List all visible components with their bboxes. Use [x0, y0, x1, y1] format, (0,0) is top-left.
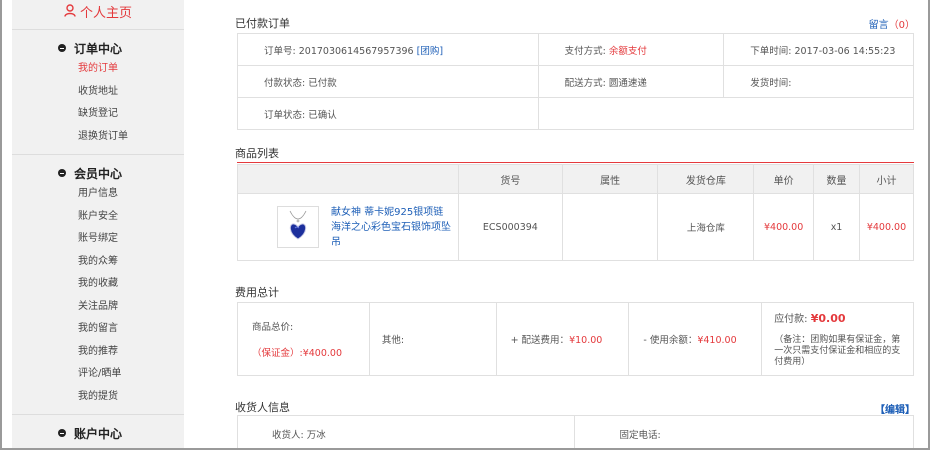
pay-method-cell: 支付方式: 余额支付 [537, 33, 725, 66]
goods-total-label: 商品总价: [252, 322, 294, 333]
sidebar-item-favorites[interactable]: 我的收藏 [12, 273, 184, 296]
goods-table: 货号 属性 发货仓库 单价 数量 小计 献女神 蒂卡妮925银项链 海洋之心彩色… [237, 164, 915, 261]
sidebar-item-reviews[interactable]: 评论/晒单 [12, 363, 184, 386]
personal-home-label: 个人主页 [79, 6, 132, 21]
sidebar-section-title: 订单中心 [12, 38, 184, 58]
table-row: 献女神 蒂卡妮925银项链 海洋之心彩色宝石银饰项坠吊 ECS000394 上海… [237, 193, 915, 261]
receiver-name-cell: 收货人: 万冰 [236, 415, 576, 448]
order-heading: 已付款订单 [235, 17, 290, 30]
fees-table: 商品总价: （保证金）:¥400.00 其他: + 配送费用：¥10.00 - … [237, 302, 914, 376]
minus-circle-icon [58, 429, 66, 437]
sidebar-item-pickup[interactable]: 我的提货 [12, 386, 184, 409]
due-cell: 应付款: ¥0.00 （备注：团购如果有保证金，第一次只需支付保证金和相应的支付… [761, 302, 914, 376]
goods-total-cell: 商品总价: （保证金）:¥400.00 [237, 302, 370, 376]
product-cell: 献女神 蒂卡妮925银项链 海洋之心彩色宝石银饰项坠吊 [237, 193, 459, 261]
group-buy-tag[interactable]: [团购] [417, 46, 443, 57]
balance-value: ¥410.00 [697, 335, 737, 346]
sidebar-section-member: 会员中心 用户信息 账户安全 账号绑定 我的众筹 我的收藏 关注品牌 我的留言 … [12, 155, 184, 415]
product-subtotal: ¥400.00 [858, 193, 915, 261]
personal-home-link[interactable]: 个人主页 [12, 0, 184, 30]
product-qty: x1 [813, 193, 860, 261]
col-header-qty: 数量 [813, 164, 860, 194]
balance-cell: - 使用余额：¥410.00 [628, 302, 763, 376]
product-sn: ECS000394 [457, 193, 563, 261]
col-header-product [237, 164, 459, 194]
receiver-heading: 收货人信息 [235, 401, 290, 414]
product-name-link[interactable]: 献女神 蒂卡妮925银项链 海洋之心彩色宝石银饰项坠吊 [331, 205, 451, 250]
empty-cell [537, 97, 915, 130]
sidebar-item-brands[interactable]: 关注品牌 [12, 296, 184, 319]
receiver-phone-cell: 固定电话: [574, 415, 914, 448]
col-header-price: 单价 [753, 164, 815, 194]
sidebar-item-stockout[interactable]: 缺货登记 [12, 103, 184, 126]
fee-note: （备注：团购如果有保证金，第一次只需支付保证金和相应的支付费用） [774, 335, 901, 367]
sidebar-item-messages[interactable]: 我的留言 [12, 318, 184, 341]
shipping-fee-value: ¥10.00 [569, 335, 603, 346]
due-label: 应付款: [774, 314, 808, 325]
pay-status-cell: 付款状态: 已付款 [237, 65, 539, 98]
product-price: ¥400.00 [753, 193, 815, 261]
user-icon [64, 4, 76, 17]
divider [237, 162, 914, 163]
due-value: ¥0.00 [810, 312, 846, 325]
col-header-attr: 属性 [561, 164, 659, 194]
sidebar-section-title: 会员中心 [12, 163, 184, 183]
minus-circle-icon [58, 169, 66, 177]
order-info-table: 订单号: 2017030614567957396 [团购] 支付方式: 余额支付… [237, 33, 915, 130]
other-cell: 其他: [368, 302, 497, 376]
col-header-sn: 货号 [457, 164, 563, 194]
main-content: 已付款订单 留言（0） 订单号: 2017030614567957396 [团购… [225, 0, 915, 448]
message-link[interactable]: 留言（0） [869, 16, 915, 31]
goods-heading: 商品列表 [235, 147, 279, 160]
sidebar-item-my-orders[interactable]: 我的订单 [12, 58, 184, 81]
shipping-method-cell: 配送方式: 圆通速递 [537, 65, 725, 98]
ship-time-cell: 发货时间: [723, 65, 914, 98]
product-thumbnail[interactable] [277, 206, 319, 248]
necklace-image [289, 210, 307, 240]
sidebar-item-referrals[interactable]: 我的推荐 [12, 341, 184, 364]
sidebar-item-security[interactable]: 账户安全 [12, 206, 184, 229]
minus-circle-icon [58, 44, 66, 52]
goods-header-row: 货号 属性 发货仓库 单价 数量 小计 [237, 164, 915, 194]
page-frame: 个人主页 订单中心 我的订单 收货地址 缺货登记 退换货订单 会员中心 用户信息… [2, 0, 928, 448]
sidebar-section-orders: 订单中心 我的订单 收货地址 缺货登记 退换货订单 [12, 30, 184, 155]
sidebar-item-returns[interactable]: 退换货订单 [12, 126, 184, 149]
sidebar-section-title: 账户中心 [12, 423, 184, 443]
sidebar-item-binding[interactable]: 账号绑定 [12, 228, 184, 251]
product-warehouse: 上海仓库 [657, 193, 755, 261]
order-sn-cell: 订单号: 2017030614567957396 [团购] [237, 33, 539, 66]
order-time-cell: 下单时间: 2017-03-06 14:55:23 [723, 33, 914, 66]
col-header-warehouse: 发货仓库 [657, 164, 755, 194]
receiver-table: 收货人: 万冰 固定电话: [236, 415, 914, 448]
sidebar-item-user-info[interactable]: 用户信息 [12, 183, 184, 206]
message-count: （0） [888, 20, 915, 31]
col-header-subtotal: 小计 [858, 164, 915, 194]
sidebar-item-addresses[interactable]: 收货地址 [12, 81, 184, 104]
product-attr [561, 193, 659, 261]
sidebar: 个人主页 订单中心 我的订单 收货地址 缺货登记 退换货订单 会员中心 用户信息… [12, 0, 184, 448]
edit-receiver-button[interactable]: 【编辑】 [875, 401, 915, 416]
shipping-fee-cell: + 配送费用：¥10.00 [495, 302, 630, 376]
order-status-cell: 订单状态: 已确认 [237, 97, 539, 130]
sidebar-section-account: 账户中心 [12, 415, 184, 448]
fees-heading: 费用总计 [235, 286, 279, 299]
sidebar-item-crowdfunding[interactable]: 我的众筹 [12, 251, 184, 274]
deposit-text: （保证金）:¥400.00 [252, 348, 342, 359]
